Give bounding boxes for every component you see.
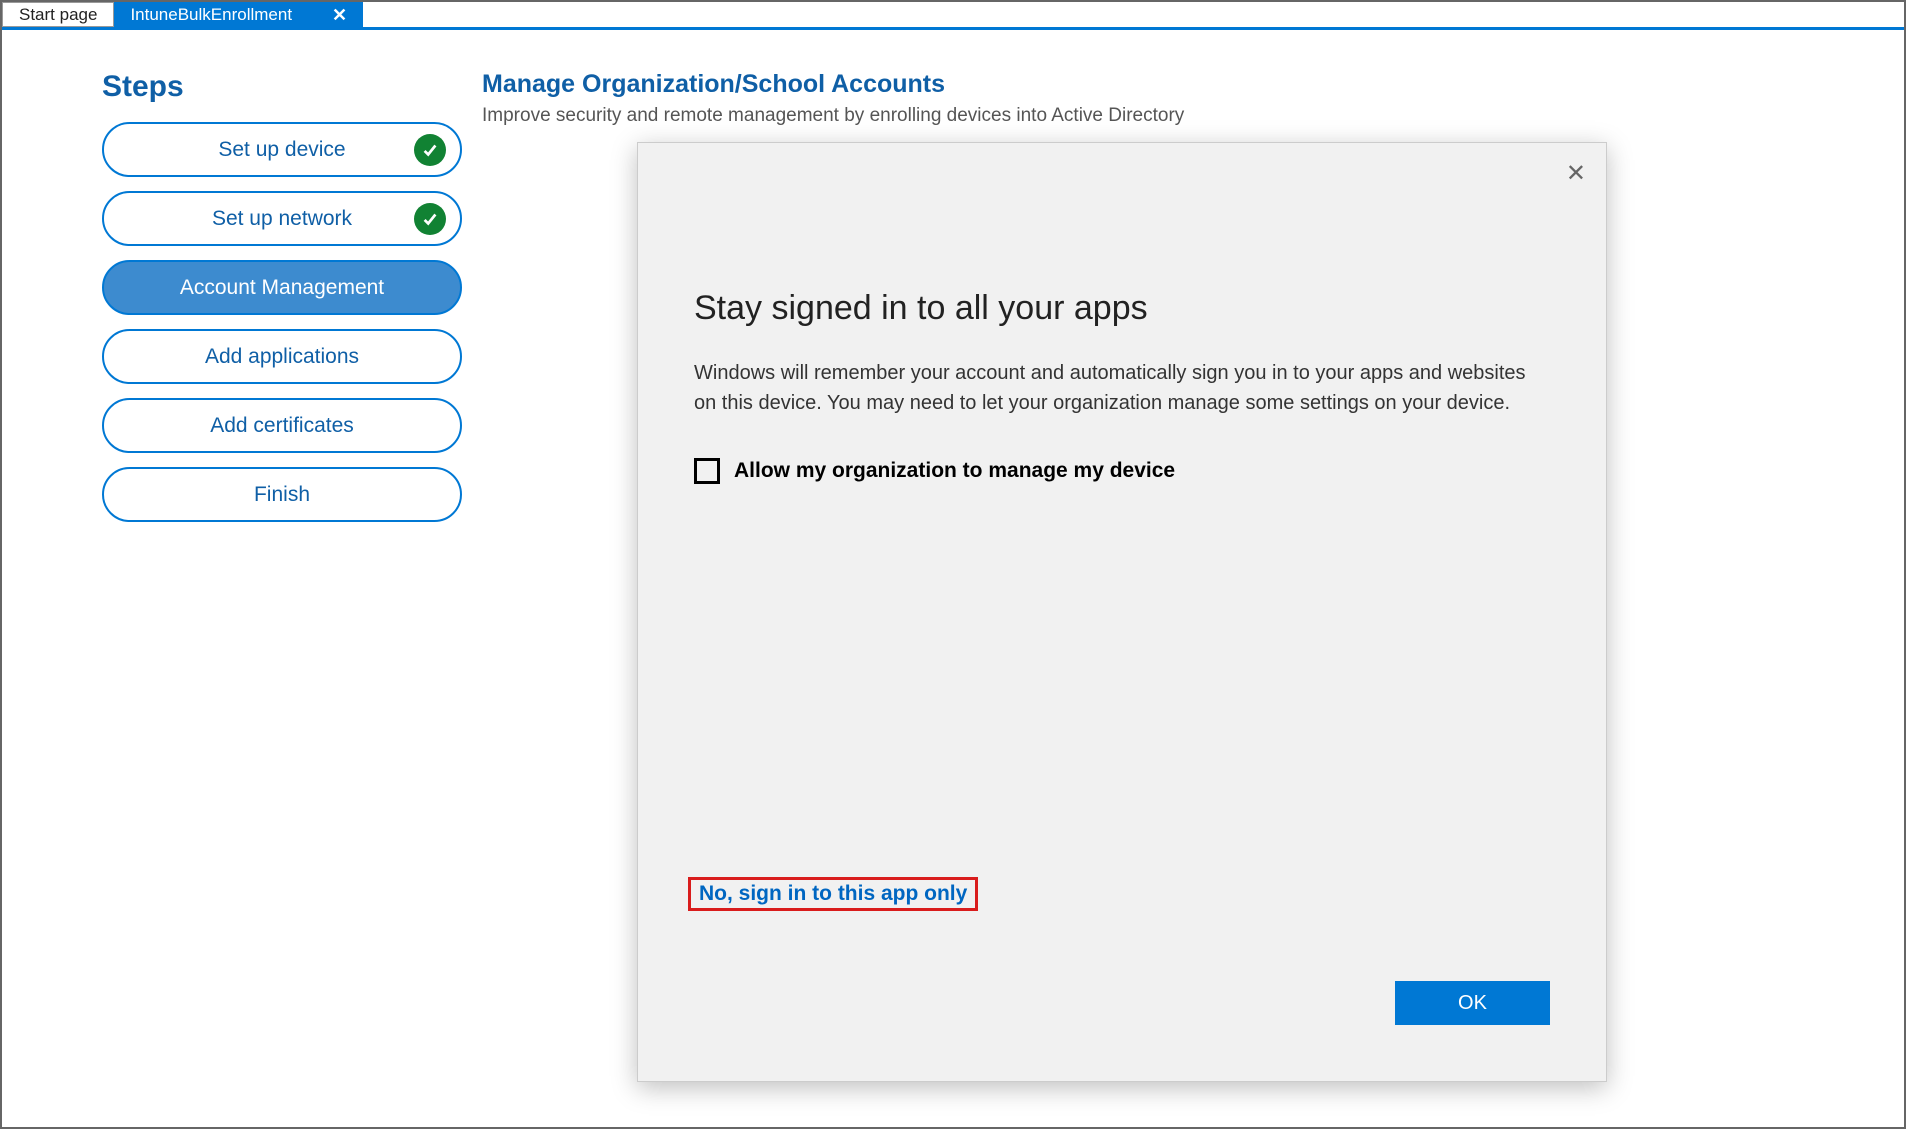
step-finish[interactable]: Finish [102,467,462,522]
check-icon [414,203,446,235]
step-add-certificates[interactable]: Add certificates [102,398,462,453]
step-label: Account Management [180,276,384,300]
stay-signed-in-dialog: ✕ Stay signed in to all your apps Window… [637,142,1607,1082]
step-add-applications[interactable]: Add applications [102,329,462,384]
step-set-up-network[interactable]: Set up network [102,191,462,246]
step-label: Finish [254,483,310,507]
ok-button[interactable]: OK [1395,981,1550,1025]
manage-device-checkbox[interactable] [694,458,720,484]
manage-device-checkbox-row: Allow my organization to manage my devic… [694,458,1550,484]
tab-bar: Start page IntuneBulkEnrollment ✕ [2,2,1904,30]
page-subtitle: Improve security and remote management b… [482,105,1864,127]
sign-in-this-app-only-link[interactable]: No, sign in to this app only [699,882,967,905]
step-label: Add certificates [210,414,354,438]
step-label: Set up device [218,138,345,162]
close-icon[interactable]: ✕ [1566,159,1586,188]
tab-label: Start page [19,5,97,25]
check-icon [414,134,446,166]
close-icon[interactable]: ✕ [332,6,347,24]
dialog-title: Stay signed in to all your apps [694,289,1550,328]
tab-start-page[interactable]: Start page [2,2,114,27]
steps-sidebar: Steps Set up device Set up network Accou… [2,70,482,536]
page-title: Manage Organization/School Accounts [482,70,1864,99]
step-label: Add applications [205,345,359,369]
checkbox-label: Allow my organization to manage my devic… [734,459,1175,483]
sidebar-title: Steps [102,70,422,104]
tab-label: IntuneBulkEnrollment [130,5,292,25]
dialog-body: Windows will remember your account and a… [694,358,1534,418]
tab-intune-bulk-enrollment[interactable]: IntuneBulkEnrollment ✕ [114,2,363,27]
highlight-box: No, sign in to this app only [688,877,978,911]
step-set-up-device[interactable]: Set up device [102,122,462,177]
step-label: Set up network [212,207,352,231]
step-account-management[interactable]: Account Management [102,260,462,315]
